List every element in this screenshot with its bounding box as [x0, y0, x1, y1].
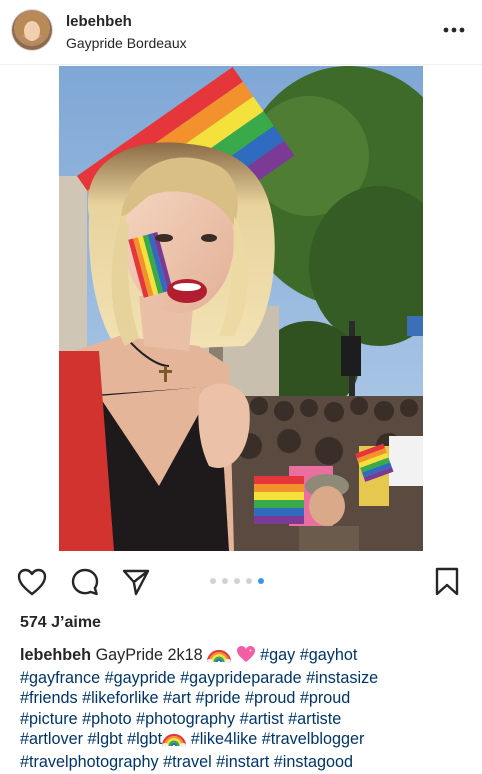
heart-icon — [17, 568, 47, 596]
carousel-dot-active — [258, 578, 264, 584]
pink-heart-emoji — [236, 645, 256, 668]
save-button[interactable] — [432, 567, 462, 597]
more-icon — [443, 27, 465, 33]
post-caption: lebehbeh GayPride 2k18 #gay #gayhot #gay… — [20, 645, 470, 772]
post-username[interactable]: lebehbeh — [66, 13, 132, 30]
caption-hashtags[interactable]: #artlover #lgbt #lgbt — [20, 730, 162, 748]
more-options-button[interactable] — [442, 16, 466, 44]
caption-hashtags[interactable]: #gayfrance #gaypride #gayprideparade #in… — [20, 669, 378, 687]
post-location[interactable]: Gaypride Bordeaux — [66, 35, 187, 51]
rainbow-emoji — [162, 731, 187, 752]
rainbow-emoji — [207, 647, 232, 668]
caption-hashtags[interactable]: #friends #likeforlike #art #pride #proud… — [20, 689, 350, 707]
avatar[interactable] — [12, 10, 52, 50]
caption-hashtags[interactable]: #travelphotography #travel #instart #ins… — [20, 753, 353, 771]
caption-hashtags[interactable]: #gay #gayhot — [260, 646, 357, 664]
comment-button[interactable] — [70, 567, 100, 597]
caption-hashtags[interactable]: #like4like #travelblogger — [191, 730, 365, 748]
likes-count[interactable]: 574 J’aime — [20, 614, 101, 632]
instagram-post: lebehbeh Gaypride Bordeaux 574 J’aime le… — [0, 0, 482, 774]
send-icon — [122, 569, 150, 596]
caption-text: GayPride 2k18 — [95, 646, 203, 664]
carousel-dot — [234, 578, 240, 584]
like-button[interactable] — [17, 567, 47, 597]
post-header: lebehbeh Gaypride Bordeaux — [0, 0, 482, 65]
caption-hashtags[interactable]: #picture #photo #photography #artist #ar… — [20, 710, 341, 728]
carousel-indicator — [210, 578, 264, 584]
comment-icon — [71, 568, 99, 596]
caption-username[interactable]: lebehbeh — [20, 646, 91, 664]
share-button[interactable] — [121, 567, 151, 597]
carousel-dot — [222, 578, 228, 584]
carousel-dot — [210, 578, 216, 584]
post-photo[interactable] — [59, 66, 423, 551]
bookmark-icon — [435, 567, 459, 596]
carousel-dot — [246, 578, 252, 584]
